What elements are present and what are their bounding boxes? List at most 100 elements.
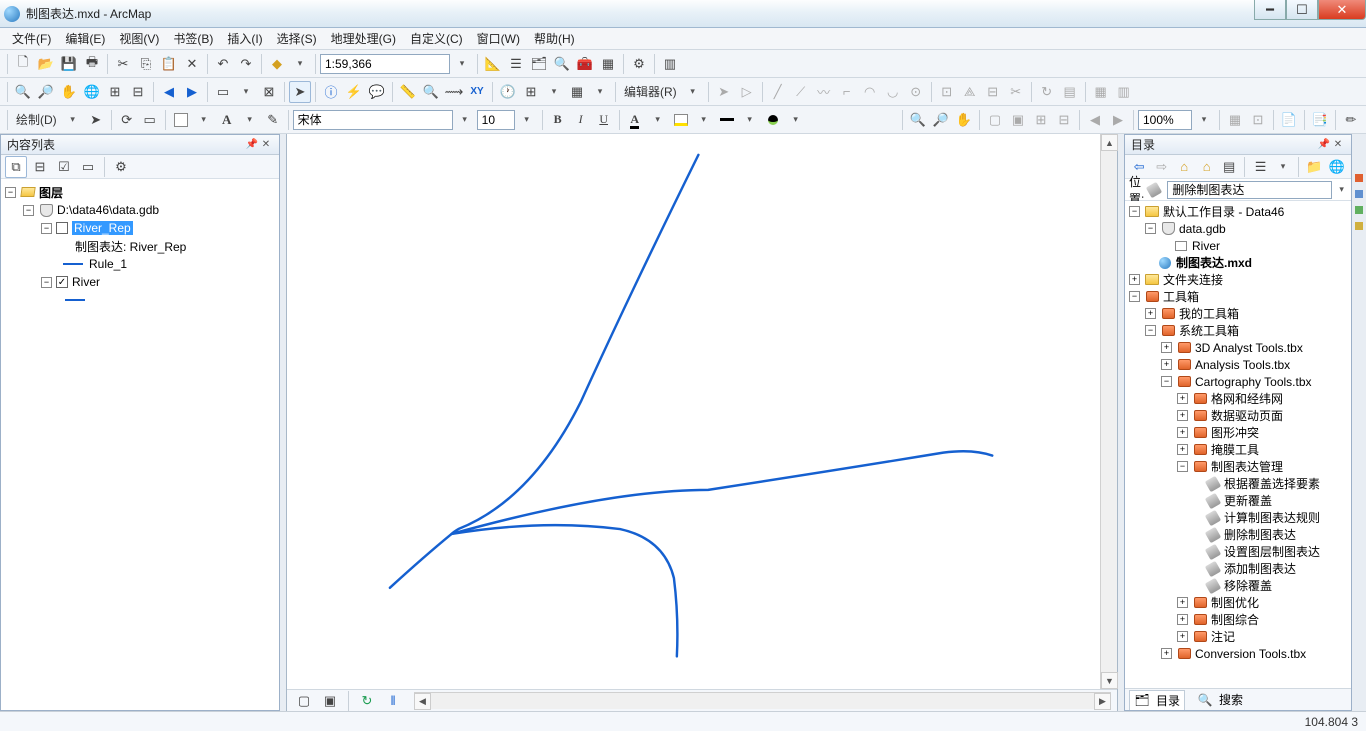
zoom-out-icon[interactable]: 🔎 (35, 81, 57, 103)
rep-toolbar-icon[interactable]: ✏ (1340, 109, 1362, 131)
new-icon[interactable]: 🗋 (12, 53, 34, 75)
cat-connect-folder-icon[interactable]: 📁 (1304, 156, 1324, 178)
arctoolbox-icon[interactable]: 🧰 (574, 53, 596, 75)
print-icon[interactable]: 🖶 (81, 53, 103, 75)
draw-label[interactable]: 绘制(D) (12, 111, 61, 128)
font-color-icon[interactable]: A (624, 109, 646, 131)
catalog-window-icon[interactable]: 🗂 (528, 53, 550, 75)
pan-icon[interactable]: ✋ (58, 81, 80, 103)
scroll-up-icon[interactable]: ▲ (1101, 134, 1118, 151)
close-panel-icon[interactable]: ✕ (1331, 139, 1345, 150)
editor-toolbar-icon[interactable]: 📐 (482, 53, 504, 75)
cat-cartography-tools[interactable]: −Cartography Tools.tbx (1127, 373, 1349, 390)
cat-grid-toolset[interactable]: +格网和经纬网 (1127, 390, 1349, 407)
select-dropdown[interactable]: ▾ (235, 81, 257, 103)
cat-tool-calc-rule[interactable]: 计算制图表达规则 (1127, 509, 1349, 526)
fill-color-icon[interactable] (670, 109, 692, 131)
cat-generalize-toolset[interactable]: +制图综合 (1127, 611, 1349, 628)
back-icon[interactable]: ◀ (158, 81, 180, 103)
layout-view-icon[interactable]: ▣ (319, 690, 341, 712)
scale-input[interactable] (320, 54, 450, 74)
cat-default-icon[interactable]: ⌂ (1196, 156, 1216, 178)
italic-icon[interactable]: I (570, 109, 592, 131)
cat-mxd[interactable]: 制图表达.mxd (1127, 254, 1349, 271)
viewer-icon[interactable]: ▦ (566, 81, 588, 103)
cat-toolboxes[interactable]: −工具箱 (1127, 288, 1349, 305)
find-route-icon[interactable]: ⟿ (443, 81, 465, 103)
open-icon[interactable]: 📂 (35, 53, 57, 75)
cat-gdb[interactable]: −data.gdb (1127, 220, 1349, 237)
redo-icon[interactable]: ↷ (235, 53, 257, 75)
cat-connect-gis-icon[interactable]: 🌐 (1327, 156, 1347, 178)
pause-icon[interactable]: ‖ (382, 690, 404, 712)
list-by-selection-icon[interactable]: ▭ (77, 156, 99, 178)
delete-icon[interactable]: ✕ (181, 53, 203, 75)
menu-insert[interactable]: 插入(I) (221, 28, 268, 49)
tree-rule1[interactable]: Rule_1 (3, 255, 277, 273)
menu-customize[interactable]: 自定义(C) (404, 28, 469, 49)
tab-catalog[interactable]: 🗂目录 (1129, 690, 1185, 710)
cut-icon[interactable]: ✂ (112, 53, 134, 75)
change-layout-icon[interactable]: 📄 (1278, 109, 1300, 131)
copy-icon[interactable]: ⎘ (135, 53, 157, 75)
list-by-drawing-icon[interactable]: ⧉ (5, 156, 27, 178)
cat-rep-mgmt-toolset[interactable]: −制图表达管理 (1127, 458, 1349, 475)
search-window-icon[interactable]: 🔍 (551, 53, 573, 75)
rectangle-draw-icon[interactable] (170, 109, 192, 131)
cat-my-toolboxes[interactable]: +我的工具箱 (1127, 305, 1349, 322)
paste-icon[interactable]: 📋 (158, 53, 180, 75)
save-icon[interactable]: 💾 (58, 53, 80, 75)
cat-list-icon[interactable]: ☰ (1250, 156, 1270, 178)
tree-river-rep[interactable]: − River_Rep (3, 219, 277, 237)
cat-home-folder[interactable]: −默认工作目录 - Data46 (1127, 203, 1349, 220)
scale-dropdown[interactable]: ▾ (451, 53, 473, 75)
find-icon[interactable]: 🔍 (420, 81, 442, 103)
cat-system-toolboxes[interactable]: −系统工具箱 (1127, 322, 1349, 339)
scroll-down-icon[interactable]: ▼ (1101, 672, 1118, 689)
pin-icon[interactable]: 📌 (1317, 139, 1331, 150)
pin-icon[interactable]: 📌 (245, 139, 259, 150)
menu-view[interactable]: 视图(V) (113, 28, 165, 49)
tab-search[interactable]: 🔍搜索 (1193, 690, 1247, 709)
cat-tool-delete-rep[interactable]: 删除制图表达 (1127, 526, 1349, 543)
measure-icon[interactable]: 📏 (397, 81, 419, 103)
menu-help[interactable]: 帮助(H) (528, 28, 581, 49)
ddp-toolbar-icon[interactable]: 📑 (1309, 109, 1331, 131)
line-color-icon[interactable] (716, 109, 738, 131)
list-by-source-icon[interactable]: ⊟ (29, 156, 51, 178)
cat-analysis-tools[interactable]: +Analysis Tools.tbx (1127, 356, 1349, 373)
refresh-icon[interactable]: ↻ (356, 690, 378, 712)
maximize-button[interactable]: ☐ (1286, 0, 1318, 20)
select-features-icon[interactable]: ▭ (212, 81, 234, 103)
vertical-scrollbar[interactable]: ▲ ▼ (1100, 134, 1117, 689)
fixed-zoom-out-icon[interactable]: ⊟ (127, 81, 149, 103)
menu-edit[interactable]: 编辑(E) (59, 28, 111, 49)
identify-icon[interactable]: ⓘ (320, 81, 342, 103)
close-button[interactable]: ✕ (1318, 0, 1366, 20)
underline-icon[interactable]: U (593, 109, 615, 131)
clear-selection-icon[interactable]: ⊠ (258, 81, 280, 103)
editor-label[interactable]: 编辑器(R) (620, 83, 681, 100)
edit-vertices-draw-icon[interactable]: ✎ (262, 109, 284, 131)
horizontal-scrollbar[interactable]: ◀▶ (414, 692, 1111, 709)
menu-window[interactable]: 窗口(W) (471, 28, 526, 49)
modelbuilder-icon[interactable]: ⚙ (628, 53, 650, 75)
html-popup-icon[interactable]: 💬 (366, 81, 388, 103)
checkbox-river-rep[interactable] (56, 222, 68, 234)
cat-ddp-toolset[interactable]: +数据驱动页面 (1127, 407, 1349, 424)
pointer-icon[interactable]: ➤ (289, 81, 311, 103)
create-viewer-icon[interactable]: ⊞ (520, 81, 542, 103)
cat-3d-analyst[interactable]: +3D Analyst Tools.tbx (1127, 339, 1349, 356)
marker-color-icon[interactable] (762, 109, 784, 131)
undo-icon[interactable]: ↶ (212, 53, 234, 75)
full-extent-icon[interactable]: 🌐 (81, 81, 103, 103)
location-input[interactable] (1167, 181, 1332, 199)
menu-geoprocessing[interactable]: 地理处理(G) (325, 28, 402, 49)
minimize-button[interactable]: ━ (1254, 0, 1286, 20)
cat-home-icon[interactable]: ⌂ (1174, 156, 1194, 178)
cat-mask-toolset[interactable]: +掩膜工具 (1127, 441, 1349, 458)
cat-anno-toolset[interactable]: +注记 (1127, 628, 1349, 645)
results-icon[interactable]: ▥ (659, 53, 681, 75)
list-by-visibility-icon[interactable]: ☑ (53, 156, 75, 178)
cat-tool-set-layer-rep[interactable]: 设置图层制图表达 (1127, 543, 1349, 560)
